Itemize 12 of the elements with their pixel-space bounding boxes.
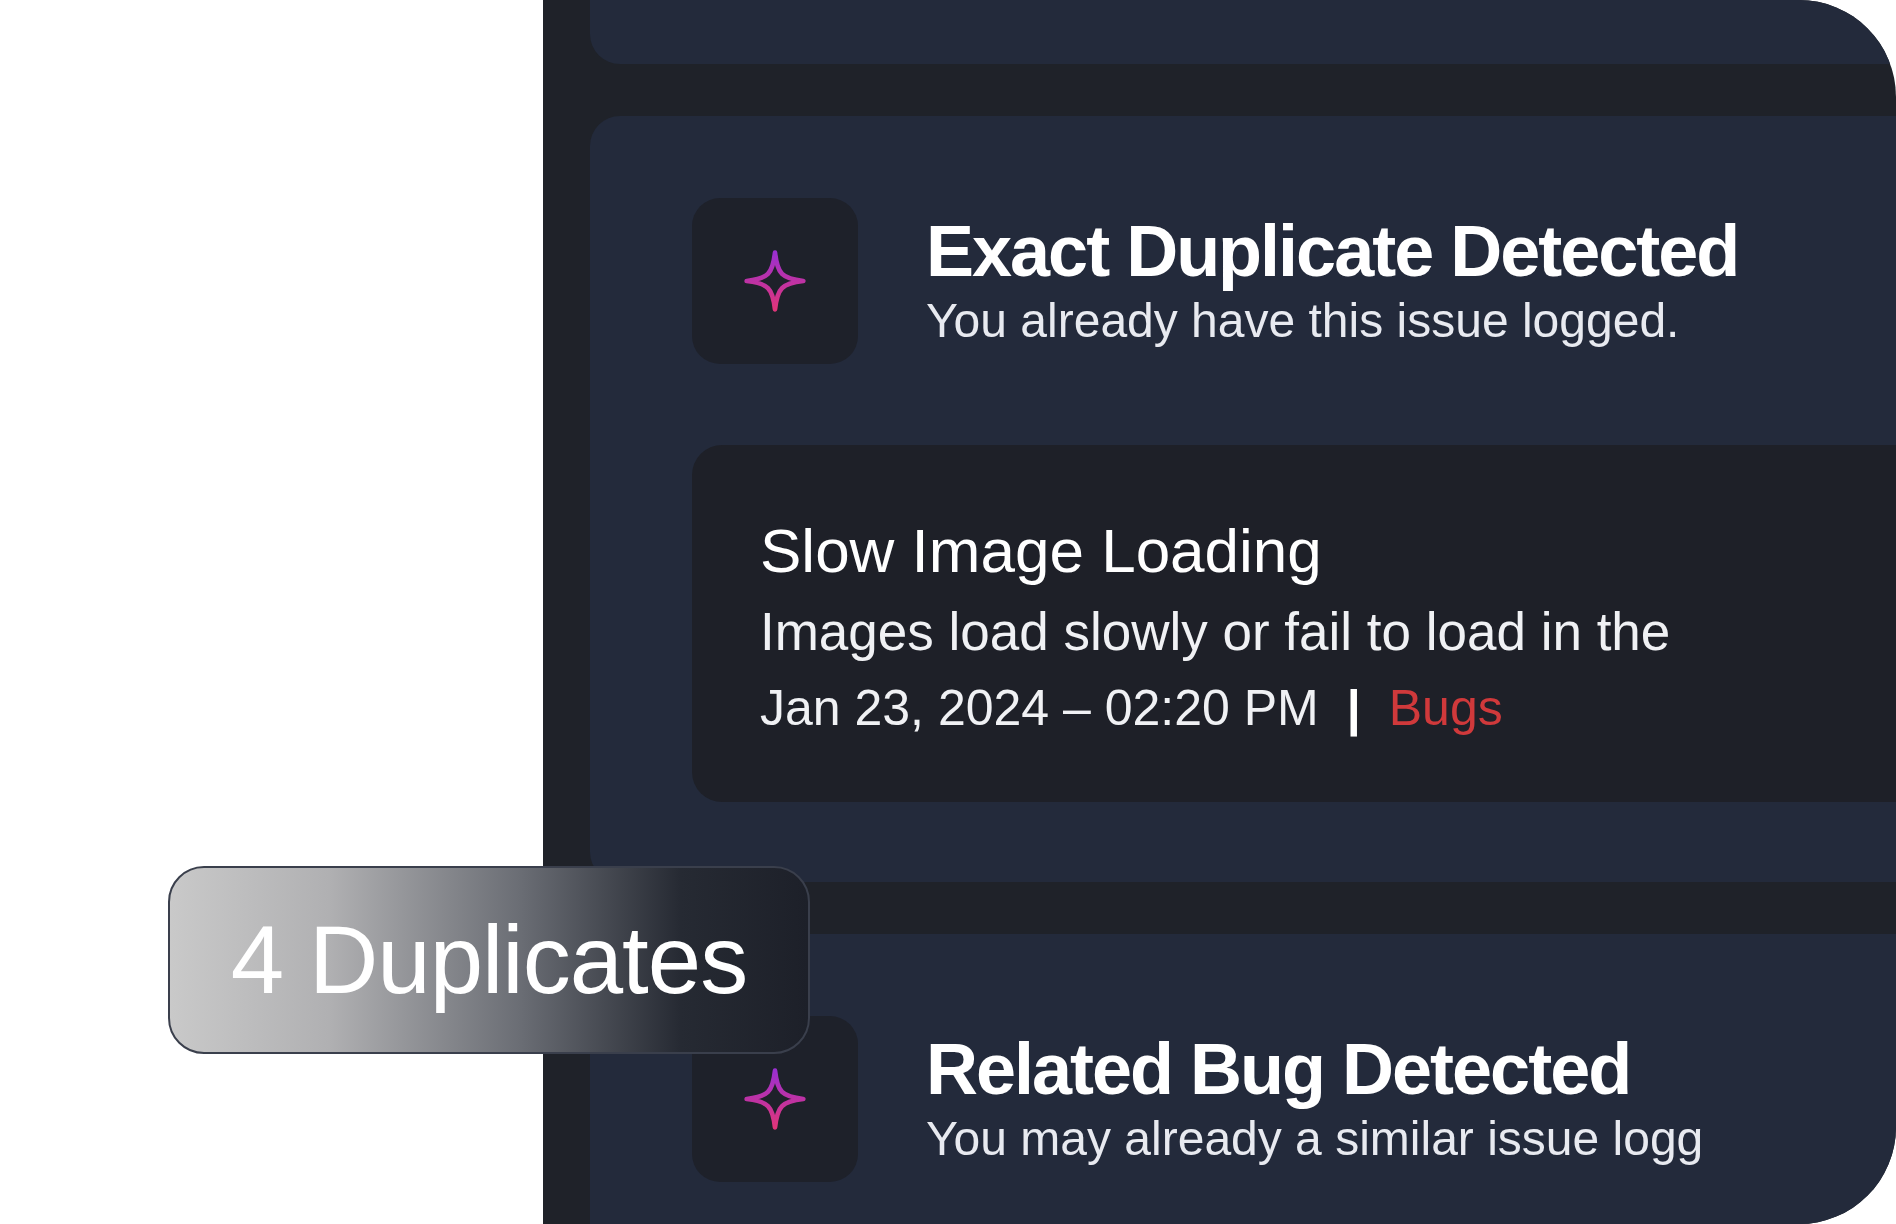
card-title: Related Bug Detected: [926, 1031, 1632, 1108]
sparkle-icon: [742, 1065, 808, 1132]
separator: |: [1346, 678, 1361, 738]
issue-title: Slow Image Loading: [760, 515, 1323, 587]
card-subtitle: You already have this issue logged.: [926, 295, 1681, 349]
category-label: Bugs: [1388, 678, 1503, 738]
issue-description: Images load slowly or fail to load in the: [760, 601, 1672, 664]
sparkle-icon: [742, 248, 808, 314]
card-title: Exact Duplicate Detected: [926, 213, 1739, 290]
duplicates-badge: 4 Duplicates: [168, 866, 810, 1054]
card-subtitle: You may already a similar issue logg: [926, 1113, 1704, 1167]
issue-date: Jan 23, 2024 – 02:20 PM: [760, 678, 1319, 738]
